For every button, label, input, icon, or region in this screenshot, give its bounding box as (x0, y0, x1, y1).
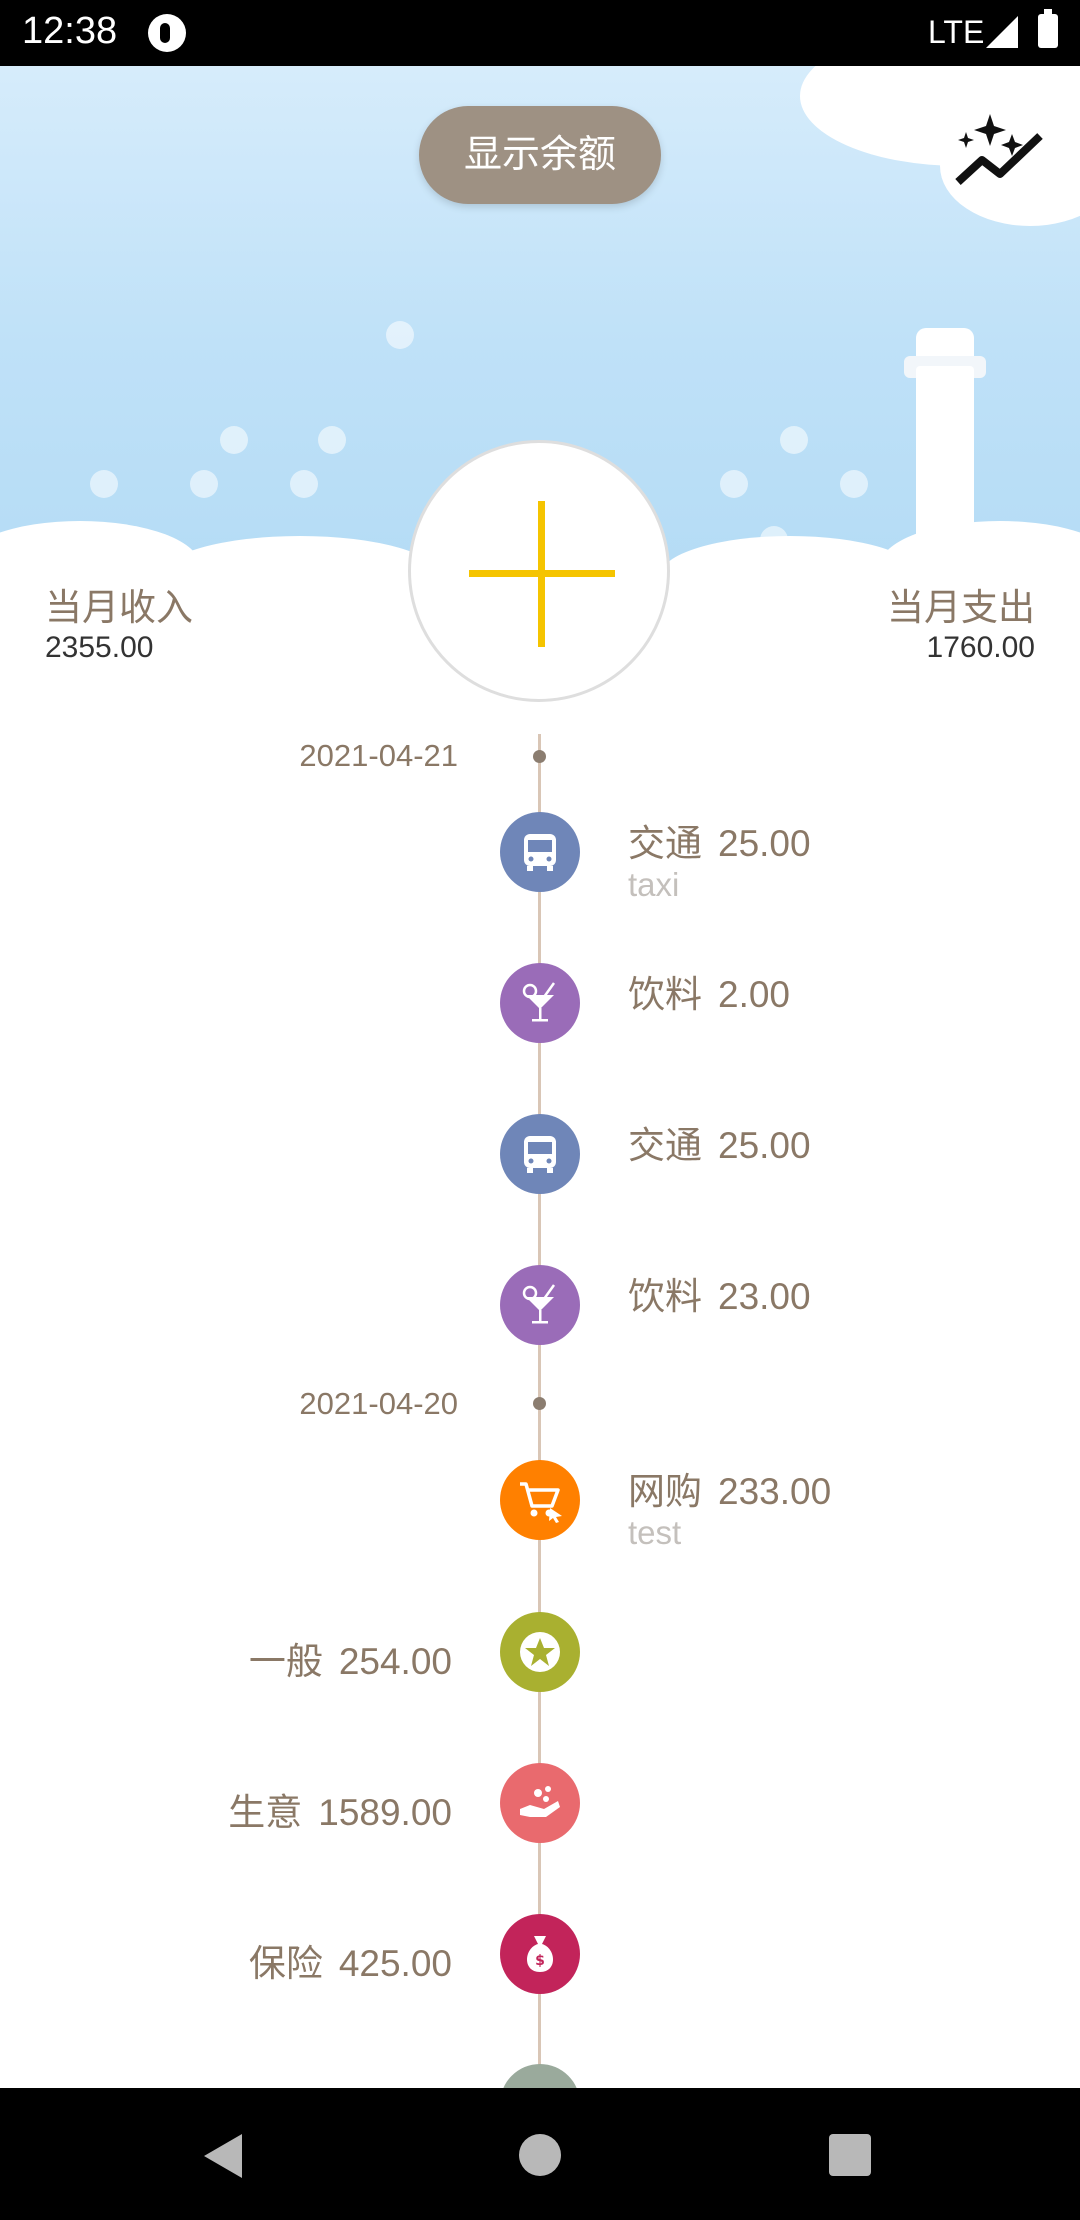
entry-amount: 254.00 (338, 1641, 452, 1682)
category-star-icon[interactable] (500, 1612, 580, 1692)
date-dot (533, 750, 546, 763)
bubble-decoration (190, 470, 218, 498)
bubble-decoration (90, 470, 118, 498)
battery-icon (1038, 9, 1058, 48)
entry-amount: 25.00 (718, 823, 811, 864)
add-record-button[interactable] (408, 440, 670, 702)
money-bag-icon: $ (527, 1936, 553, 1972)
bubble-decoration (220, 426, 248, 454)
entry-amount: 1589.00 (318, 1792, 452, 1833)
entry-amount: 25.00 (718, 1125, 811, 1166)
bubble-decoration (780, 426, 808, 454)
entry-category: 饮料 (628, 974, 702, 1015)
navigation-bar (0, 2088, 1080, 2220)
timeline-entry[interactable]: 保险 425.00 (249, 1933, 452, 1987)
category-hand-coins-icon[interactable] (500, 1763, 580, 1843)
timeline-entry[interactable]: 一般 254.00 (249, 1631, 452, 1685)
bubble-decoration (386, 321, 414, 349)
date-dot (533, 1397, 546, 1410)
bus-icon (524, 834, 556, 871)
category-money-bag-icon[interactable]: $ (500, 1914, 580, 1994)
status-time: 12:38 (22, 10, 118, 52)
timeline-entry[interactable]: 饮料 23.00 (628, 1266, 811, 1320)
category-cart-icon[interactable] (500, 1460, 580, 1540)
entry-amount: 425.00 (338, 1943, 452, 1984)
timeline-line (538, 734, 541, 2088)
bubble-decoration (290, 470, 318, 498)
entry-category: 生意 (228, 1792, 303, 1833)
notification-icon (148, 14, 186, 52)
entry-category: 网购 (628, 1471, 702, 1512)
bubble-decoration (840, 470, 868, 498)
status-bar: 12:38 LTE (0, 0, 1080, 66)
entry-category: 饮料 (628, 1276, 702, 1317)
category-bus-icon[interactable] (500, 1114, 580, 1194)
bubble-decoration (120, 526, 148, 554)
lighthouse-decoration (916, 366, 974, 571)
bus-icon (524, 1136, 556, 1173)
category-cocktail-icon[interactable] (500, 963, 580, 1043)
network-type: LTE (928, 14, 985, 50)
cocktail-icon (522, 1284, 556, 1324)
timeline-entry[interactable]: 网购 233.00 (628, 1461, 831, 1515)
entry-note: test (628, 1514, 682, 1551)
cloud-decoration (880, 521, 1080, 571)
bubble-decoration (720, 470, 748, 498)
show-balance-button[interactable]: 显示余额 (419, 106, 661, 204)
cocktail-icon (522, 982, 556, 1022)
expense-label: 当月支出 (887, 587, 1035, 628)
entry-note: taxi (628, 866, 680, 903)
entry-category: 保险 (248, 1943, 323, 1984)
entry-category: 一般 (248, 1641, 323, 1682)
income-label: 当月收入 (45, 587, 193, 628)
timeline-entry[interactable]: 交通 25.00 (628, 1115, 811, 1169)
entry-amount: 233.00 (718, 1471, 832, 1512)
bubble-decoration (760, 526, 788, 554)
bubble-decoration (318, 426, 346, 454)
entry-category: 交通 (628, 823, 702, 864)
expense-value: 1760.00 (926, 631, 1035, 664)
entry-amount: 23.00 (718, 1276, 811, 1317)
entry-amount: 2.00 (718, 974, 791, 1015)
recent-apps-icon[interactable] (829, 2134, 871, 2176)
home-icon[interactable] (519, 2134, 561, 2176)
timeline-entry[interactable]: 饮料 2.00 (628, 964, 790, 1018)
date-label: 2021-04-20 (299, 1386, 458, 1421)
signal-icon (986, 16, 1018, 48)
back-icon[interactable] (204, 2134, 242, 2178)
category-cocktail-icon[interactable] (500, 1265, 580, 1345)
svg-text:$: $ (535, 1953, 545, 1969)
star-icon (520, 1632, 560, 1672)
timeline-entry[interactable]: 生意 1589.00 (228, 1782, 452, 1836)
income-value: 2355.00 (45, 631, 154, 664)
entry-category: 交通 (628, 1125, 702, 1166)
sparkle-trend-icon[interactable] (952, 112, 1048, 196)
lighthouse-decoration (916, 328, 974, 358)
cloud-decoration (160, 536, 440, 571)
cart-icon (520, 1482, 562, 1523)
hand-coins-icon (520, 1786, 560, 1817)
timeline-entry[interactable]: 交通 25.00 (628, 813, 811, 867)
plus-icon (538, 501, 545, 647)
category-bus-icon[interactable] (500, 812, 580, 892)
date-label: 2021-04-21 (299, 738, 458, 773)
